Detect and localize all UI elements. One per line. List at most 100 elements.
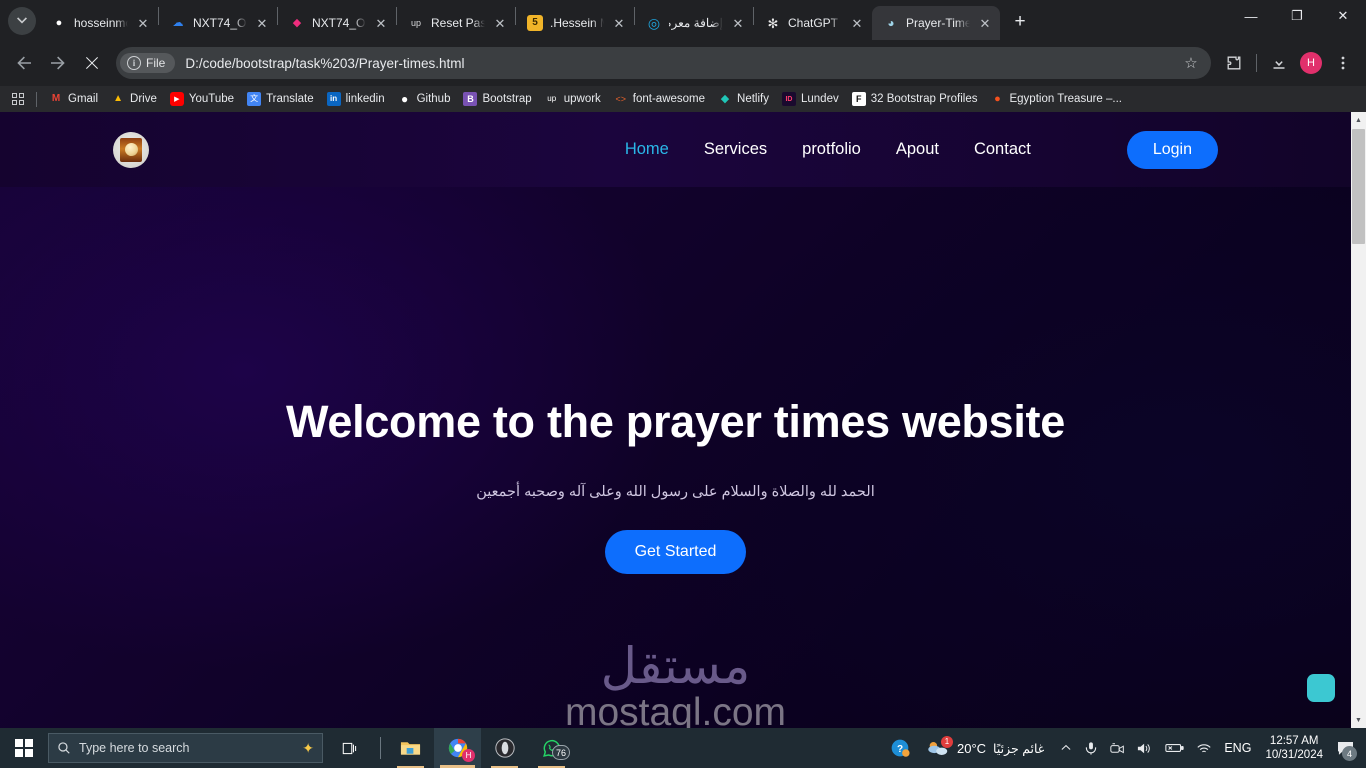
copilot-sparkle-icon[interactable]: ✦ xyxy=(302,740,314,757)
taskbar-search-box[interactable]: Type here to search ✦ xyxy=(48,733,323,763)
prayer-times-logo[interactable] xyxy=(113,131,149,168)
file-scheme-chip[interactable]: i File xyxy=(120,53,176,73)
chatgpt-icon: ✻ xyxy=(767,15,779,31)
help-circle-icon[interactable]: ? xyxy=(884,728,916,768)
watermark-latin: mostaql.com xyxy=(564,691,787,728)
bookmark-label: Bootstrap xyxy=(482,93,532,105)
notification-center-button[interactable]: 4 xyxy=(1331,728,1360,768)
maximize-button[interactable]: ❐ xyxy=(1274,0,1320,32)
mic-glyph xyxy=(1086,742,1097,755)
bookmark-32-bootstrap-profiles[interactable]: F 32 Bootstrap Profiles xyxy=(846,89,984,109)
new-tab-button[interactable]: + xyxy=(1006,8,1034,36)
bookmark-label: Drive xyxy=(130,93,157,105)
stop-loading-button[interactable] xyxy=(76,47,108,79)
close-icon[interactable]: ✕ xyxy=(849,15,865,31)
chrome-menu-button[interactable] xyxy=(1328,48,1358,78)
minimize-button[interactable]: — xyxy=(1228,0,1274,32)
tab-nxt74-onl-2[interactable]: ◆ NXT74_ONL ✕ xyxy=(278,6,396,40)
close-icon[interactable]: ✕ xyxy=(730,15,746,31)
scrollbar-thumb[interactable] xyxy=(1352,129,1365,244)
bookmark-netlify[interactable]: ◆ Netlify xyxy=(712,89,775,109)
login-button[interactable]: Login xyxy=(1126,130,1218,169)
task-view-glyph xyxy=(342,742,357,754)
bookmark-star-icon[interactable]: ☆ xyxy=(1177,49,1205,77)
task-view-icon[interactable] xyxy=(327,728,374,768)
bookmark-label: Github xyxy=(416,93,451,105)
wifi-icon[interactable] xyxy=(1190,728,1218,768)
tab-hosseinmost[interactable]: ● hosseinmost ✕ xyxy=(40,6,158,40)
file-explorer-icon[interactable] xyxy=(387,728,434,768)
apps-grid-icon xyxy=(12,93,24,105)
get-started-button[interactable]: Get Started xyxy=(604,530,747,574)
scroll-down-arrow-icon[interactable]: ▼ xyxy=(1351,712,1366,728)
opera-gx-icon[interactable] xyxy=(481,728,528,768)
bookmark-linkedin[interactable]: in linkedin xyxy=(321,89,391,109)
primary-nav: Home Services protfolio Apout Contact Lo… xyxy=(625,130,1218,169)
bookmark-drive[interactable]: ▲ Drive xyxy=(105,89,163,109)
extensions-button[interactable] xyxy=(1219,48,1249,78)
lundev-icon: ID xyxy=(781,92,796,106)
wifi-glyph xyxy=(1197,743,1211,752)
microphone-icon[interactable] xyxy=(1078,728,1104,768)
close-window-button[interactable]: ✕ xyxy=(1320,0,1366,32)
tab-reset-password[interactable]: up Reset Passwo ✕ xyxy=(397,6,515,40)
nav-link-home[interactable]: Home xyxy=(625,140,669,159)
bookmark-github[interactable]: ● Github xyxy=(392,89,457,109)
nav-link-services[interactable]: Services xyxy=(704,140,767,159)
bookmark-label: Lundev xyxy=(800,93,839,105)
github-icon: ● xyxy=(400,92,409,106)
volume-icon[interactable] xyxy=(1131,728,1159,768)
nav-link-protfolio[interactable]: protfolio xyxy=(802,140,861,159)
tab-nxt74-onl-1[interactable]: ☁ NXT74_ONL ✕ xyxy=(159,6,277,40)
bookmark-lundev[interactable]: ID Lundev xyxy=(776,89,845,109)
bookmark-gmail[interactable]: M Gmail xyxy=(43,89,104,109)
weather-widget[interactable]: 1 20°C غائم جزئيًا xyxy=(916,735,1054,758)
prayer-times-page: Home Services protfolio Apout Contact Lo… xyxy=(0,112,1351,728)
nav-link-contact[interactable]: Contact xyxy=(974,140,1031,159)
battery-glyph xyxy=(1165,744,1184,752)
tab-add-gallery[interactable]: ◎ إضافة معرض ✕ xyxy=(635,6,753,40)
hero-heading: Welcome to the prayer times website xyxy=(286,396,1065,447)
forward-button[interactable] xyxy=(42,47,74,79)
close-icon[interactable]: ✕ xyxy=(611,15,627,31)
show-hidden-icons-button[interactable] xyxy=(1054,728,1078,768)
folder-glyph xyxy=(400,742,421,755)
download-icon xyxy=(1273,56,1285,69)
tab-prayer-times[interactable]: ◕ Prayer-Times ✕ xyxy=(872,6,1000,40)
back-button[interactable] xyxy=(8,47,40,79)
close-icon[interactable]: ✕ xyxy=(254,15,270,31)
tab-search-button[interactable] xyxy=(8,7,36,35)
nav-link-apout[interactable]: Apout xyxy=(896,140,939,159)
tab-chatgpt[interactable]: ✻ ChatGPT ✕ xyxy=(754,6,872,40)
google-drive-icon: ▲ xyxy=(113,93,123,104)
close-icon[interactable]: ✕ xyxy=(492,15,508,31)
profile-avatar[interactable]: H xyxy=(1300,52,1322,74)
bookmark-label: linkedin xyxy=(345,93,385,105)
language-indicator[interactable]: ENG xyxy=(1218,728,1257,768)
close-icon[interactable]: ✕ xyxy=(373,15,389,31)
start-button[interactable] xyxy=(0,728,48,768)
close-icon[interactable]: ✕ xyxy=(135,15,151,31)
bookmark-egyption-treasure[interactable]: ● Egyption Treasure –... xyxy=(984,89,1128,109)
page-scrollbar[interactable]: ▲ ▼ xyxy=(1351,112,1366,728)
chrome-icon[interactable]: H xyxy=(434,728,481,768)
battery-icon[interactable] xyxy=(1159,728,1190,768)
bookmark-youtube[interactable]: ▶ YouTube xyxy=(164,89,240,109)
chevron-down-icon xyxy=(17,17,27,24)
address-bar[interactable]: i File D:/code/bootstrap/task%203/Prayer… xyxy=(116,47,1211,79)
bookmark-upwork[interactable]: up upwork xyxy=(539,89,607,109)
scroll-up-arrow-icon[interactable]: ▲ xyxy=(1351,112,1366,128)
bookmark-font-awesome[interactable]: <> font-awesome xyxy=(608,89,711,109)
close-icon[interactable]: ✕ xyxy=(977,15,993,31)
chat-widget-button[interactable] xyxy=(1307,674,1335,702)
bookmark-translate[interactable]: 文 Translate xyxy=(241,89,320,109)
bookmark-bootstrap[interactable]: B Bootstrap xyxy=(457,89,537,109)
bookmark-label: YouTube xyxy=(188,93,235,105)
downloads-button[interactable] xyxy=(1264,48,1294,78)
whatsapp-icon[interactable]: 76 xyxy=(528,728,575,768)
taskbar-clock[interactable]: 12:57 AM 10/31/2024 xyxy=(1257,734,1331,763)
tab-hessein-m[interactable]: 5 .Hessein M - ✕ xyxy=(516,6,634,40)
camera-icon[interactable] xyxy=(1104,728,1131,768)
apps-shortcut[interactable] xyxy=(6,90,30,108)
bookmark-label: upwork xyxy=(563,93,601,105)
